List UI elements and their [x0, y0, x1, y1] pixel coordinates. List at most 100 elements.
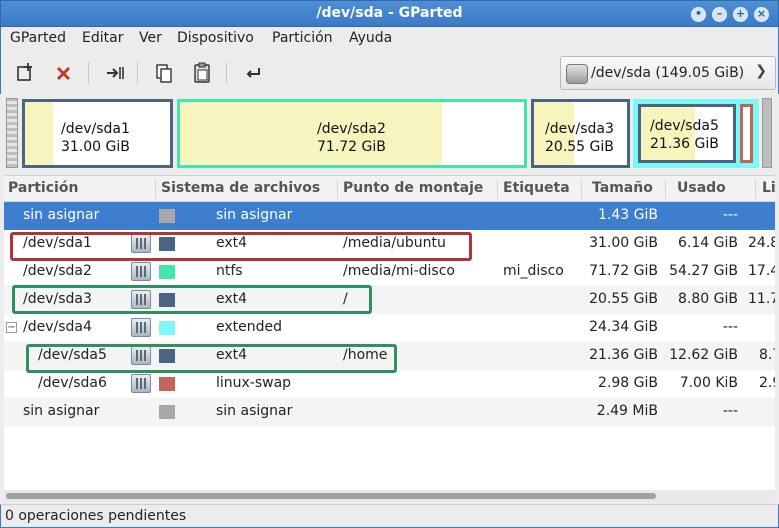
map-sda3-name: /dev/sda3 [545, 121, 614, 137]
cell-used: 54.27 GiB [669, 263, 738, 279]
menu-edit[interactable]: Editar [82, 30, 123, 46]
cell-partition: /dev/sda4 [23, 319, 92, 335]
undo-icon[interactable] [241, 61, 265, 85]
map-sda3-size: 20.55 GiB [545, 139, 614, 155]
title-bar: /dev/sda - GParted • – + × [0, 0, 779, 27]
copy-icon[interactable] [152, 61, 176, 85]
map-sda1-name: /dev/sda1 [61, 121, 130, 137]
resize-move-icon[interactable] [103, 61, 127, 85]
table-row[interactable]: sin asignar sin asignar 1.43 GiB --- [4, 202, 775, 230]
cell-size: 21.36 GiB [589, 347, 658, 363]
menu-device[interactable]: Dispositivo [177, 30, 254, 46]
cell-size: 1.43 GiB [598, 207, 658, 223]
fs-color-swatch [159, 321, 175, 335]
cell-unused: 2.9 [759, 375, 775, 391]
menu-gparted[interactable]: GParted [10, 30, 66, 46]
status-bar: 0 operaciones pendientes [0, 504, 779, 528]
map-sda2[interactable]: /dev/sda2 71.72 GiB [177, 99, 527, 168]
chevron-down-icon: ❯ [755, 63, 767, 79]
table-row[interactable]: − /dev/sda4 extended 24.34 GiB --- [4, 314, 775, 342]
hard-disk-icon [566, 64, 588, 84]
cell-used: 7.00 KiB [679, 375, 738, 391]
cell-size: 2.98 GiB [598, 375, 658, 391]
cell-unused: 17.4 [748, 263, 775, 279]
toolbar: /dev/sda (149.05 GiB) ❯ [0, 51, 779, 94]
cell-used: 6.14 GiB [678, 235, 738, 251]
lock-icon [131, 374, 151, 393]
cell-unused: 24.8 [748, 235, 775, 251]
col-label[interactable]: Etiqueta [503, 180, 570, 196]
cell-filesystem: sin asignar [216, 403, 293, 419]
pin-icon[interactable]: • [691, 7, 706, 22]
map-sda5-size: 21.36 GiB [650, 136, 719, 152]
table-row[interactable]: /dev/sda2 ntfs /media/mi-disco mi_disco … [4, 258, 775, 286]
menu-view[interactable]: Ver [139, 30, 162, 46]
delete-icon[interactable] [52, 61, 76, 85]
cell-mountpoint: /media/mi-disco [343, 263, 455, 279]
map-unallocated-end[interactable] [762, 98, 772, 168]
fs-color-swatch [159, 209, 175, 223]
lock-icon [131, 318, 151, 337]
highlight-sda5 [26, 344, 397, 373]
device-label: /dev/sda (149.05 GiB) [591, 65, 745, 81]
map-sda2-used [180, 102, 442, 165]
col-unused[interactable]: Li [762, 180, 775, 196]
cell-unused: 11.7 [748, 291, 775, 307]
maximize-button[interactable]: + [733, 7, 748, 22]
collapse-toggle[interactable]: − [6, 322, 17, 333]
col-partition[interactable]: Partición [8, 180, 78, 196]
menu-help[interactable]: Ayuda [349, 30, 392, 46]
cell-used: 8.80 GiB [678, 291, 738, 307]
new-partition-icon[interactable] [14, 61, 38, 85]
horizontal-scrollbar[interactable] [4, 490, 775, 502]
map-sda6[interactable] [740, 104, 753, 163]
table-row[interactable]: sin asignar sin asignar 2.49 MiB --- [4, 398, 775, 426]
cell-used: 12.62 GiB [669, 347, 738, 363]
table-row[interactable]: /dev/sda6 linux-swap 2.98 GiB 7.00 KiB 2… [4, 370, 775, 398]
device-selector[interactable]: /dev/sda (149.05 GiB) ❯ [560, 56, 776, 90]
map-sda2-size: 71.72 GiB [317, 139, 386, 155]
map-sda1-used [25, 102, 53, 165]
table-header: Partición Sistema de archivos Punto de m… [4, 176, 775, 202]
scrollbar-thumb[interactable] [6, 493, 656, 499]
cell-size: 71.72 GiB [589, 263, 658, 279]
map-sda1[interactable]: /dev/sda1 31.00 GiB [22, 99, 173, 168]
minimize-button[interactable]: – [712, 7, 727, 22]
cell-partition: /dev/sda2 [23, 263, 92, 279]
cell-used: --- [722, 403, 738, 419]
window-title: /dev/sda - GParted [316, 5, 463, 21]
fs-color-swatch [159, 265, 175, 279]
col-used[interactable]: Usado [677, 180, 726, 196]
map-sda1-size: 31.00 GiB [61, 139, 130, 155]
cell-partition: sin asignar [23, 403, 100, 419]
cell-filesystem: linux-swap [216, 375, 292, 391]
col-filesystem[interactable]: Sistema de archivos [161, 180, 320, 196]
cell-unused: 8.7 [759, 347, 775, 363]
cell-partition: /dev/sda6 [38, 375, 107, 391]
map-sda4-extended[interactable]: /dev/sda5 21.36 GiB [633, 99, 759, 168]
cell-used: --- [722, 319, 738, 335]
pending-operations: 0 operaciones pendientes [5, 508, 187, 524]
col-mountpoint[interactable]: Punto de montaje [343, 180, 483, 196]
cell-partition: sin asignar [23, 207, 100, 223]
cell-filesystem: extended [216, 319, 283, 335]
paste-icon[interactable] [190, 61, 214, 85]
fs-color-swatch [159, 377, 175, 391]
map-sda2-name: /dev/sda2 [317, 121, 386, 137]
partition-map: /dev/sda1 31.00 GiB /dev/sda2 71.72 GiB /d… [4, 96, 775, 171]
map-sda3[interactable]: /dev/sda3 20.55 GiB [531, 99, 630, 168]
cell-size: 24.34 GiB [589, 319, 658, 335]
cell-size: 31.00 GiB [589, 235, 658, 251]
menu-partition[interactable]: Partición [272, 30, 333, 46]
map-unallocated[interactable] [6, 98, 18, 168]
close-button[interactable]: × [754, 7, 769, 22]
map-sda5[interactable]: /dev/sda5 21.36 GiB [638, 104, 736, 163]
lock-icon [131, 262, 151, 281]
cell-size: 2.49 MiB [596, 403, 658, 419]
col-size[interactable]: Tamaño [592, 180, 653, 196]
cell-filesystem: ntfs [216, 263, 243, 279]
cell-filesystem: sin asignar [216, 207, 293, 223]
highlight-sda1 [10, 232, 472, 261]
cell-size: 20.55 GiB [589, 291, 658, 307]
map-sda5-name: /dev/sda5 [650, 118, 719, 134]
